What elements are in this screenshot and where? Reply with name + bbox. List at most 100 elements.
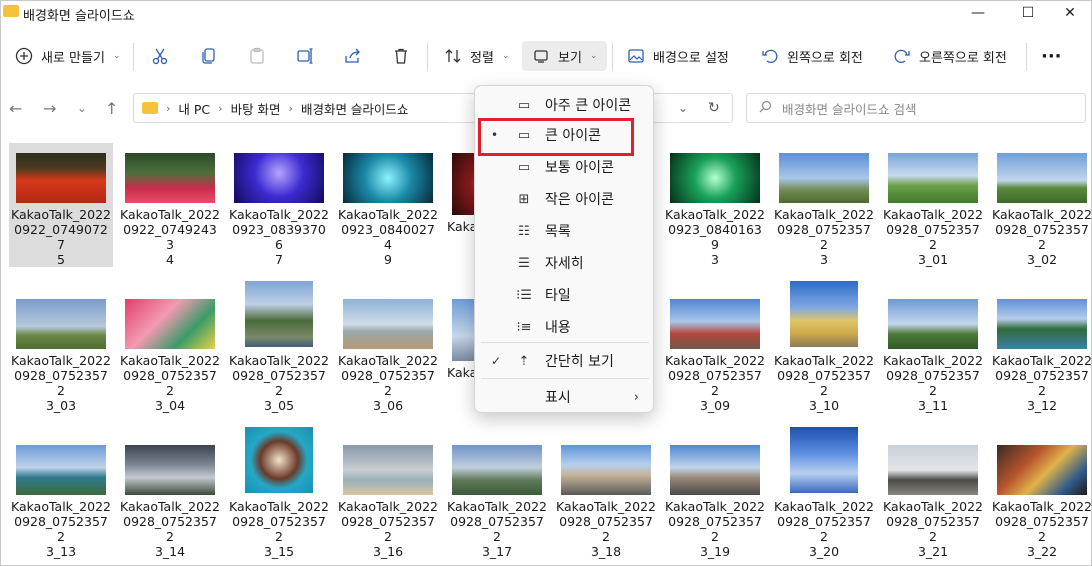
- refresh-icon[interactable]: ↻: [708, 100, 720, 116]
- image-thumbnail: [997, 153, 1087, 203]
- up-arrow-icon[interactable]: ↑: [105, 99, 118, 118]
- file-name: KakaoTalk_2022 0922_07490727 5: [11, 207, 111, 267]
- file-item[interactable]: KakaoTalk_2022 0928_07523572 3_20: [772, 427, 876, 559]
- menu-item[interactable]: ▭ 보통 아이콘: [479, 152, 651, 182]
- submenu-arrow-icon: ›: [633, 389, 639, 405]
- file-item[interactable]: KakaoTalk_2022 0922_07492433 4: [118, 143, 222, 267]
- rotate-left-button[interactable]: 왼쪽으로 회전: [761, 41, 863, 71]
- menu-item[interactable]: ⊞ 작은 아이콘: [479, 184, 651, 214]
- file-item[interactable]: KakaoTalk_2022 0928_07523572 3_01: [881, 143, 985, 267]
- image-thumbnail: [997, 445, 1087, 495]
- file-name: KakaoTalk_2022 0928_07523572 3_05: [229, 353, 329, 413]
- menu-item[interactable]: ⁝≡ 내용: [479, 312, 651, 342]
- file-name: KakaoTalk_2022 0928_07523572 3_13: [11, 499, 111, 559]
- recent-locations-icon[interactable]: ⌄: [77, 101, 87, 115]
- address-dropdown-icon[interactable]: ⌄: [678, 101, 688, 115]
- file-item[interactable]: KakaoTalk_2022 0928_07523572 3_18: [554, 435, 658, 559]
- breadcrumb-separator: ›: [218, 101, 223, 115]
- image-thumbnail: [790, 427, 858, 493]
- menu-item[interactable]: ⁝☰ 타일: [479, 280, 651, 310]
- file-item[interactable]: KakaoTalk_2022 0928_07523572 3_12: [990, 289, 1092, 413]
- share-button[interactable]: [344, 41, 362, 71]
- file-item[interactable]: KakaoTalk_2022 0923_08400274 9: [336, 143, 440, 267]
- file-item[interactable]: KakaoTalk_2022 0928_07523572 3_21: [881, 435, 985, 559]
- minimize-button[interactable]: —: [955, 1, 1001, 25]
- rename-icon: [296, 47, 314, 65]
- forward-arrow-icon[interactable]: →: [43, 99, 56, 118]
- menu-item[interactable]: 표시 ›: [479, 382, 651, 412]
- rotate-right-button[interactable]: 오른쪽으로 회전: [893, 41, 1007, 71]
- file-item[interactable]: KakaoTalk_2022 0928_07523572 3_17: [445, 435, 549, 559]
- view-label: 보기: [558, 50, 582, 66]
- breadcrumb-item[interactable]: 내 PC: [178, 99, 210, 118]
- set-background-button[interactable]: 배경으로 설정: [627, 41, 729, 71]
- breadcrumb-item[interactable]: 바탕 화면: [231, 99, 281, 118]
- file-item[interactable]: KakaoTalk_2022 0923_08393706 7: [227, 143, 331, 267]
- toolbar-divider: [1026, 43, 1027, 71]
- checkmark-icon: ✓: [491, 354, 502, 368]
- more-options-button[interactable]: ···: [1041, 41, 1062, 71]
- copy-button[interactable]: [200, 41, 218, 71]
- file-item[interactable]: KakaoTalk_2022 0928_07523572 3_03: [9, 289, 113, 413]
- file-item[interactable]: KakaoTalk_2022 0928_07523572 3_22: [990, 435, 1092, 559]
- rename-button[interactable]: [296, 41, 314, 71]
- menu-item[interactable]: ✓ ⇡ 간단히 보기: [479, 346, 651, 376]
- file-item[interactable]: KakaoTalk_2022 0923_08401639 3: [663, 143, 767, 267]
- file-item[interactable]: KakaoTalk_2022 0928_07523572 3_14: [118, 435, 222, 559]
- search-input[interactable]: 배경화면 슬라이드쇼 검색: [746, 93, 1086, 123]
- folder-icon: [3, 5, 19, 17]
- file-item[interactable]: KakaoTalk_2022 0928_07523572 3_04: [118, 289, 222, 413]
- delete-button[interactable]: [392, 41, 410, 71]
- file-item[interactable]: KakaoTalk_2022 0928_07523572 3_06: [336, 289, 440, 413]
- file-name: KakaoTalk_2022 0928_07523572 3_16: [338, 499, 438, 559]
- image-thumbnail: [16, 445, 106, 495]
- close-button[interactable]: ✕: [1047, 1, 1092, 25]
- file-item[interactable]: KakaoTalk_2022 0928_07523572 3_10: [772, 281, 876, 413]
- rotate-right-icon: [893, 47, 911, 65]
- sort-label: 정렬: [470, 50, 494, 66]
- window-title: 배경화면 슬라이드쇼: [23, 9, 135, 24]
- file-item[interactable]: KakaoTalk_2022 0928_07523572 3_16: [336, 435, 440, 559]
- file-item[interactable]: KakaoTalk_2022 0928_07523572 3_15: [227, 427, 331, 559]
- details-icon: ☰: [518, 255, 530, 271]
- image-thumbnail: [245, 281, 313, 347]
- maximize-button[interactable]: ☐: [1005, 1, 1051, 25]
- breadcrumb-separator: ›: [288, 101, 293, 115]
- file-item[interactable]: KakaoTalk_2022 0928_07523572 3_11: [881, 289, 985, 413]
- file-item[interactable]: KakaoTalk_2022 0928_07523572 3_09: [663, 289, 767, 413]
- menu-item-label: 자세히: [545, 256, 584, 272]
- cut-button[interactable]: [151, 41, 169, 71]
- sort-button[interactable]: 정렬 ⌄: [444, 41, 509, 71]
- breadcrumb-separator: ›: [166, 101, 171, 115]
- file-item[interactable]: KakaoTalk_2022 0928_07523572 3_13: [9, 435, 113, 559]
- clipboard-icon: [248, 47, 266, 65]
- image-thumbnail: [343, 445, 433, 495]
- menu-item[interactable]: ☷ 목록: [479, 216, 651, 246]
- file-item[interactable]: KakaoTalk_2022 0928_07523572 3_05: [227, 281, 331, 413]
- image-thumbnail: [125, 445, 215, 495]
- file-item[interactable]: KakaoTalk_2022 0922_07490727 5: [9, 143, 113, 267]
- new-label: 새로 만들기: [41, 50, 105, 66]
- menu-item-label: 목록: [545, 224, 571, 240]
- file-name: KakaoTalk_2022 0928_07523572 3_19: [665, 499, 765, 559]
- compact-view-icon: ⇡: [518, 353, 530, 369]
- tiles-icon: ⁝☰: [516, 287, 532, 303]
- new-button[interactable]: 새로 만들기 ⌄: [15, 41, 120, 71]
- breadcrumb-item[interactable]: 배경화면 슬라이드쇼: [301, 99, 408, 118]
- image-thumbnail: [125, 153, 215, 203]
- file-item[interactable]: KakaoTalk_2022 0928_07523572 3_02: [990, 143, 1092, 267]
- file-name: KakaoTalk_2022 0928_07523572 3_14: [120, 499, 220, 559]
- file-name: KakaoTalk_2022 0928_07523572 3_18: [556, 499, 656, 559]
- content-icon: ⁝≡: [516, 319, 532, 335]
- small-icons-icon: ⊞: [518, 191, 530, 207]
- image-thumbnail: [670, 153, 760, 203]
- file-item[interactable]: KakaoTalk_2022 0928_07523572 3: [772, 143, 876, 267]
- view-button[interactable]: 보기 ⌄: [522, 41, 608, 71]
- file-item[interactable]: KakaoTalk_2022 0928_07523572 3_19: [663, 435, 767, 559]
- paste-button[interactable]: [248, 41, 266, 71]
- back-arrow-icon[interactable]: ←: [9, 99, 22, 118]
- menu-item[interactable]: ☰ 자세히: [479, 248, 651, 278]
- menu-item-label: 보통 아이콘: [545, 160, 614, 176]
- menu-divider: [481, 378, 649, 379]
- menu-item[interactable]: ▭ 아주 큰 아이콘: [479, 90, 651, 120]
